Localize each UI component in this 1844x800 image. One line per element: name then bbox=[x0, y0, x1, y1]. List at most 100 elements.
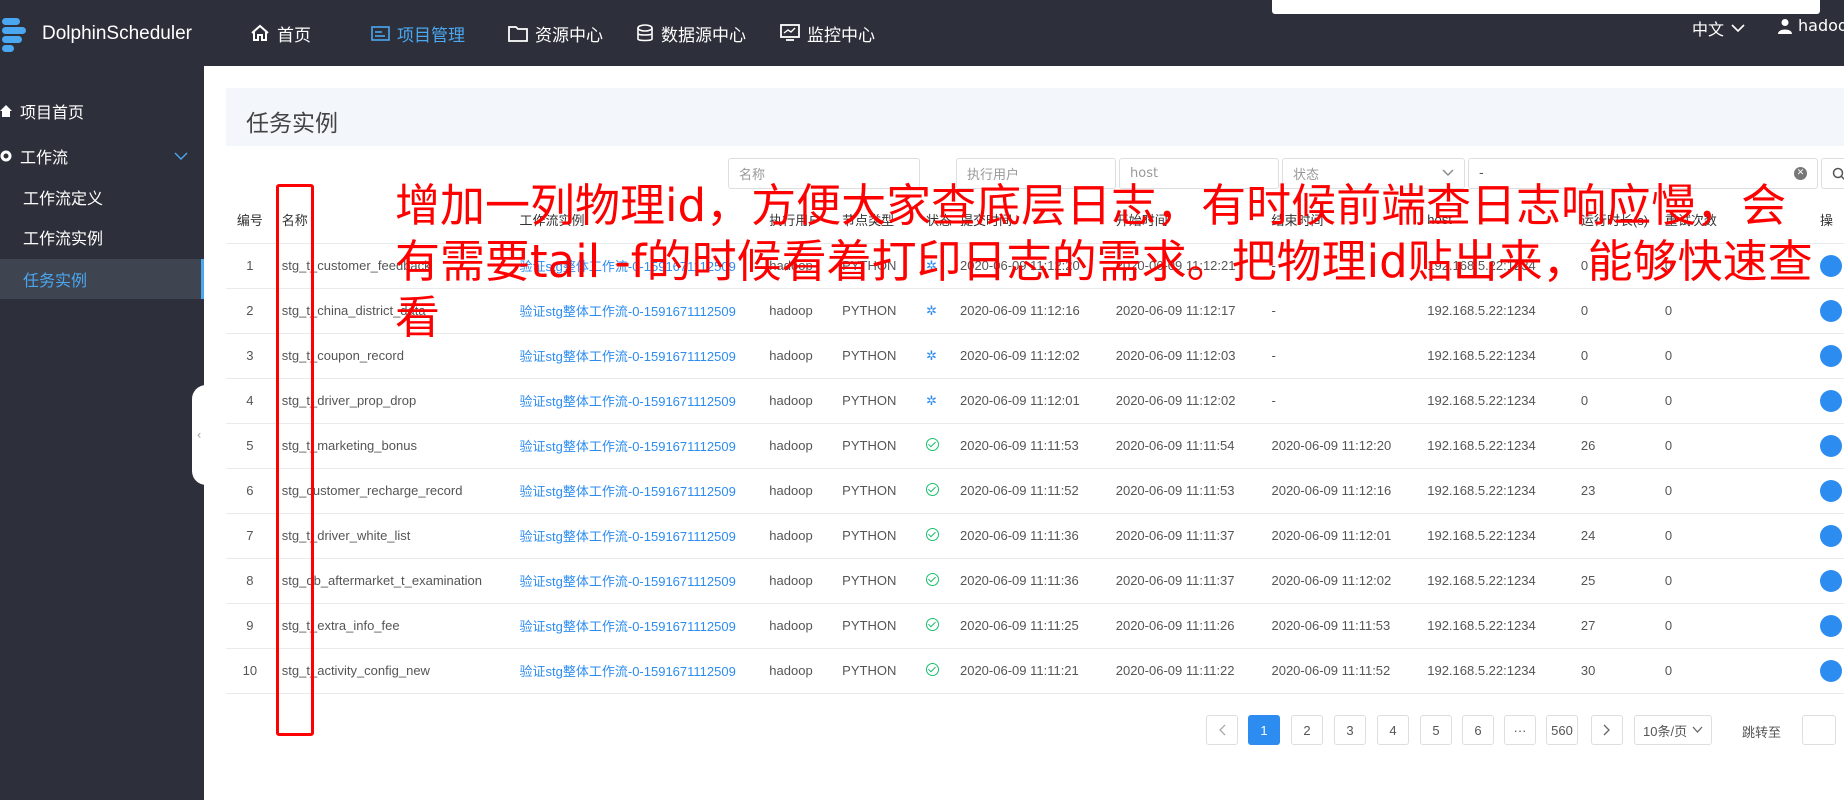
view-log-button[interactable] bbox=[1819, 389, 1842, 412]
annotation-highlight-box bbox=[276, 184, 314, 736]
jump-input[interactable] bbox=[1802, 715, 1836, 745]
cell-type: PYTHON bbox=[834, 603, 918, 649]
table-row: 9 stg_t_extra_info_fee 验证stg整体工作流-0-159167… bbox=[226, 603, 1844, 649]
search-button[interactable] bbox=[1821, 158, 1844, 189]
cell-start-time: 2020-06-09 11:11:37 bbox=[1107, 513, 1264, 559]
next-page-button[interactable] bbox=[1591, 715, 1623, 745]
page-button[interactable]: 5 bbox=[1420, 715, 1452, 745]
cell-instance-link[interactable]: 验证stg整体工作流-0-1591671112509 bbox=[511, 378, 762, 424]
cell-instance-link[interactable]: 验证stg整体工作流-0-1591671112509 bbox=[511, 558, 762, 604]
main-content: 任务实例 名称 执行用户 host 状态 - ✕ 编号 名称 工作流实例 执行用… bbox=[204, 66, 1844, 800]
sidebar-item-workflow[interactable]: 工作流 bbox=[0, 136, 204, 176]
cell-start-time: 2020-06-09 11:12:02 bbox=[1107, 378, 1264, 424]
running-gear-icon: ✲ bbox=[925, 347, 937, 363]
language-switch[interactable]: 中文 bbox=[1692, 16, 1746, 40]
cell-operation bbox=[1811, 603, 1844, 649]
cell-duration: 0 bbox=[1572, 378, 1657, 424]
cell-submit-time: 2020-06-09 11:11:53 bbox=[951, 423, 1108, 469]
table-row: 4 stg_t_driver_prop_drop 验证stg整体工作流-0-1591… bbox=[226, 378, 1844, 424]
cell-duration: 23 bbox=[1572, 468, 1657, 514]
cell-instance-link[interactable]: 验证stg整体工作流-0-1591671112509 bbox=[511, 468, 762, 514]
cell-end-time: - bbox=[1263, 378, 1420, 424]
nav-resource[interactable]: 资源中心 bbox=[508, 18, 603, 48]
cell-no: 4 bbox=[226, 378, 274, 424]
view-log-button[interactable] bbox=[1819, 254, 1842, 277]
cell-host: 192.168.5.22:1234 bbox=[1419, 423, 1573, 469]
cell-instance-link[interactable]: 验证stg整体工作流-0-1591671112509 bbox=[511, 423, 762, 469]
cell-duration: 30 bbox=[1572, 648, 1657, 694]
cell-type: PYTHON bbox=[834, 558, 918, 604]
cell-retry: 0 bbox=[1656, 603, 1812, 649]
chevron-left-icon: ‹ bbox=[196, 428, 202, 442]
project-icon bbox=[371, 25, 390, 41]
chevron-down-icon bbox=[1692, 726, 1703, 733]
annotation-text: 增加一列物理id，方便大家查底层日志，有时候前端查日志响应慢，会有需要tail … bbox=[395, 179, 1813, 344]
sidebar-item-project-home[interactable]: 项目首页 bbox=[0, 91, 204, 131]
sidebar-item-workflow-instance[interactable]: 工作流实例 bbox=[0, 217, 204, 257]
page-title: 任务实例 bbox=[246, 111, 338, 137]
cell-submit-time: 2020-06-09 11:12:01 bbox=[951, 378, 1108, 424]
view-log-button[interactable] bbox=[1819, 569, 1842, 592]
col-no: 编号 bbox=[226, 197, 274, 244]
cell-submit-time: 2020-06-09 11:11:36 bbox=[951, 558, 1108, 604]
page-size-select[interactable]: 10条/页 bbox=[1634, 715, 1712, 745]
cell-submit-time: 2020-06-09 11:11:25 bbox=[951, 603, 1108, 649]
nav-monitor[interactable]: 监控中心 bbox=[780, 18, 875, 48]
top-nav: DolphinScheduler 首页 项目管理 资源中心 数据源中心 监控中心… bbox=[0, 0, 1844, 66]
cell-no: 2 bbox=[226, 288, 274, 334]
cell-status bbox=[917, 558, 952, 604]
table-row: 5 stg_t_marketing_bonus 验证stg整体工作流-0-15916… bbox=[226, 423, 1844, 469]
prev-page-button[interactable] bbox=[1206, 715, 1238, 745]
cell-operation bbox=[1811, 333, 1844, 379]
nav-home[interactable]: 首页 bbox=[250, 18, 311, 48]
table-row: 6 stg_customer_recharge_record 验证stg整体工作流-… bbox=[226, 468, 1844, 514]
view-log-button[interactable] bbox=[1819, 479, 1842, 502]
jump-label: 跳转至 bbox=[1742, 725, 1782, 740]
page-button[interactable]: 1 bbox=[1248, 715, 1280, 745]
view-log-button[interactable] bbox=[1819, 524, 1842, 547]
view-log-button[interactable] bbox=[1819, 434, 1842, 457]
cell-no: 5 bbox=[226, 423, 274, 469]
view-log-button[interactable] bbox=[1819, 344, 1842, 367]
cell-end-time: 2020-06-09 11:12:02 bbox=[1263, 558, 1420, 604]
cell-no: 10 bbox=[226, 648, 274, 694]
app-name: DolphinScheduler bbox=[42, 23, 192, 44]
sidebar-item-workflow-definition[interactable]: 工作流定义 bbox=[0, 177, 204, 217]
nav-datasource[interactable]: 数据源中心 bbox=[636, 18, 746, 48]
cell-operation bbox=[1811, 378, 1844, 424]
user-menu[interactable]: hadoop bbox=[1778, 16, 1844, 35]
cell-instance-link[interactable]: 验证stg整体工作流-0-1591671112509 bbox=[511, 603, 762, 649]
col-operation: 操 bbox=[1811, 197, 1844, 244]
cell-operation bbox=[1811, 468, 1844, 514]
page-button[interactable]: ··· bbox=[1504, 715, 1536, 745]
cell-end-time: 2020-06-09 11:11:53 bbox=[1263, 603, 1420, 649]
nav-monitor-label: 监控中心 bbox=[807, 25, 875, 46]
folder-icon bbox=[508, 25, 528, 42]
view-log-button[interactable] bbox=[1819, 299, 1842, 322]
cell-instance-link[interactable]: 验证stg整体工作流-0-1591671112509 bbox=[511, 648, 762, 694]
cell-host: 192.168.5.22:1234 bbox=[1419, 468, 1573, 514]
page-button[interactable]: 560 bbox=[1546, 715, 1578, 745]
cell-submit-time: 2020-06-09 11:11:21 bbox=[951, 648, 1108, 694]
dropdown-panel bbox=[1272, 0, 1820, 14]
search-icon bbox=[1832, 167, 1844, 180]
user-icon bbox=[1778, 18, 1792, 34]
cell-duration: 25 bbox=[1572, 558, 1657, 604]
page-button[interactable]: 6 bbox=[1462, 715, 1494, 745]
cell-submit-time: 2020-06-09 11:11:36 bbox=[951, 513, 1108, 559]
success-check-icon bbox=[925, 482, 939, 496]
nav-project[interactable]: 项目管理 bbox=[371, 18, 465, 48]
cell-host: 192.168.5.22:1234 bbox=[1419, 513, 1573, 559]
cell-retry: 0 bbox=[1656, 513, 1812, 559]
view-log-button[interactable] bbox=[1819, 659, 1842, 682]
app-logo[interactable]: DolphinScheduler bbox=[0, 14, 192, 54]
cell-duration: 27 bbox=[1572, 603, 1657, 649]
page-button[interactable]: 2 bbox=[1291, 715, 1323, 745]
page-button[interactable]: 3 bbox=[1334, 715, 1366, 745]
page-button[interactable]: 4 bbox=[1377, 715, 1409, 745]
view-log-button[interactable] bbox=[1819, 614, 1842, 637]
sidebar-item-task-instance[interactable]: 任务实例 bbox=[0, 259, 204, 299]
cell-instance-link[interactable]: 验证stg整体工作流-0-1591671112509 bbox=[511, 513, 762, 559]
success-check-icon bbox=[925, 662, 939, 676]
cell-operation bbox=[1811, 288, 1844, 334]
